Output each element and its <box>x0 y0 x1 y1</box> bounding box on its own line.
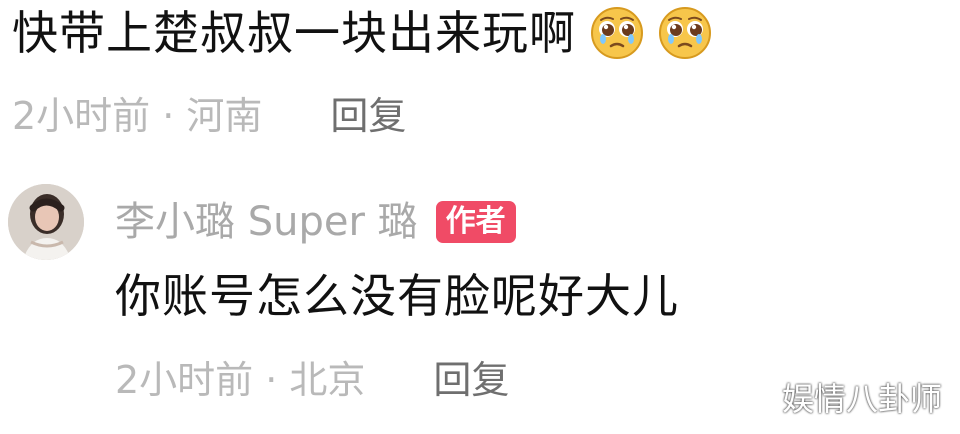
top-comment-reply-button[interactable]: 回复 <box>330 92 406 140</box>
avatar[interactable] <box>8 184 84 260</box>
reply-comment-reply-button[interactable]: 回复 <box>433 356 509 404</box>
reply-comment-meta: 2小时前 · 北京 回复 <box>115 356 509 404</box>
top-comment-time-location: 2小时前 · 河南 <box>12 94 263 138</box>
author-badge: 作者 <box>435 201 516 243</box>
reply-comment-text: 你账号怎么没有脸呢好大儿 <box>115 269 679 323</box>
comment-thread: 快带上楚叔叔一块出来玩啊 2小时前 · 河南 回复 李小璐 Super 璐 作者… <box>0 0 960 434</box>
pleading-face-icon <box>590 6 644 60</box>
author-info: 李小璐 Super 璐 作者 <box>115 198 516 246</box>
top-comment-text: 快带上楚叔叔一块出来玩啊 <box>12 6 576 60</box>
reply-comment-time-location: 2小时前 · 北京 <box>115 358 366 402</box>
top-comment-meta: 2小时前 · 河南 回复 <box>12 92 406 140</box>
pleading-face-icon <box>658 6 712 60</box>
author-name[interactable]: 李小璐 Super 璐 <box>115 198 418 246</box>
watermark-text: 娱情八卦师 <box>781 380 942 418</box>
top-comment: 快带上楚叔叔一块出来玩啊 <box>12 2 712 64</box>
